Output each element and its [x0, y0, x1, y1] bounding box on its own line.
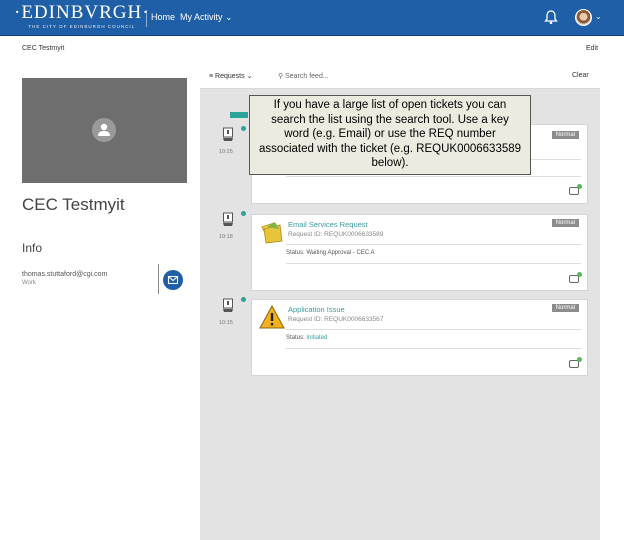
- status-value: Initiated: [306, 335, 328, 341]
- feed-toolbar: [200, 64, 600, 89]
- search-placeholder: Search feed...: [285, 73, 329, 80]
- status-label: Status: Waiting Approval: [286, 250, 352, 256]
- clear-button[interactable]: Clear: [572, 72, 589, 79]
- feed-filter-dropdown[interactable]: ≡ Requests ⌄: [209, 72, 252, 80]
- nav-separator: [146, 10, 147, 27]
- unread-indicator: [241, 297, 246, 302]
- divider: [286, 329, 581, 330]
- logo-wordmark: ·EDINBVRGH·: [14, 2, 150, 23]
- send-email-button[interactable]: [163, 270, 183, 290]
- request-title[interactable]: Email Services Request: [288, 220, 368, 229]
- request-icon: [222, 127, 234, 142]
- unread-indicator: [241, 126, 246, 131]
- nav-my-activity-label: My Activity: [180, 12, 223, 22]
- breadcrumb: CEC Testmyit: [22, 45, 65, 52]
- filter-icon: ≡: [209, 73, 214, 80]
- request-icon: [222, 212, 234, 227]
- mail-icon: [167, 275, 179, 285]
- divider: [286, 263, 581, 264]
- priority-badge: Normal: [551, 304, 579, 312]
- priority-badge: Normal: [551, 219, 579, 227]
- request-id: Request ID: REQUK0006633567: [288, 316, 384, 323]
- divider: [286, 244, 581, 245]
- search-tip-callout: If you have a large list of open tickets…: [249, 95, 531, 175]
- comment-indicator: [577, 357, 582, 362]
- email-type-label: Work: [22, 280, 36, 286]
- info-heading: Info: [22, 241, 43, 255]
- new-tag: [230, 112, 248, 118]
- divider: [286, 348, 581, 349]
- feed-item-time: 10:25: [219, 149, 233, 155]
- bell-icon[interactable]: [544, 10, 558, 30]
- feed-item-time: 10:15: [219, 320, 233, 326]
- feed-item-card[interactable]: Email Services Request Request ID: REQUK…: [251, 214, 588, 291]
- profile-email[interactable]: thomas.stuttaford@cgi.com: [22, 271, 107, 278]
- divider: [286, 176, 581, 177]
- search-icon: ⚲: [278, 73, 284, 80]
- edit-link[interactable]: Edit: [586, 45, 598, 52]
- feed-item-time: 10:18: [219, 234, 233, 240]
- feed-filter-label: Requests: [215, 73, 245, 80]
- envelope-folder-icon: [260, 219, 284, 250]
- logo-subtitle: THE CITY OF EDINBURGH COUNCIL: [28, 24, 136, 29]
- priority-badge: Normal: [551, 131, 579, 139]
- search-input[interactable]: ⚲ Search feed...: [278, 72, 329, 80]
- chevron-down-icon: ⌄: [246, 73, 253, 80]
- request-status: Status: Initiated: [286, 335, 327, 341]
- chevron-down-icon[interactable]: ⌄: [595, 12, 602, 21]
- divider: [158, 264, 159, 294]
- profile-name: CEC Testmyit: [22, 195, 125, 214]
- request-id: Request ID: REQUK0006633589: [288, 231, 384, 238]
- nav-home-link[interactable]: Home: [151, 12, 175, 22]
- warning-icon: [259, 304, 285, 334]
- comment-indicator: [577, 272, 582, 277]
- user-placeholder-icon: [92, 118, 116, 142]
- edinburgh-logo[interactable]: ·EDINBVRGH· THE CITY OF EDINBURGH COUNCI…: [14, 2, 150, 29]
- request-icon: [222, 298, 234, 313]
- avatar[interactable]: [575, 9, 592, 26]
- status-value: CEC A: [356, 250, 375, 256]
- unread-indicator: [241, 211, 246, 216]
- feed-item-card[interactable]: Application Issue Request ID: REQUK00066…: [251, 299, 588, 376]
- comment-indicator: [577, 184, 582, 189]
- chevron-down-icon: ⌄: [225, 12, 233, 22]
- nav-my-activity-menu[interactable]: My Activity ⌄: [180, 12, 233, 23]
- request-title[interactable]: Application Issue: [288, 305, 345, 314]
- request-status: Status: Waiting Approval - CEC A: [286, 250, 375, 256]
- status-label: Status:: [286, 335, 305, 341]
